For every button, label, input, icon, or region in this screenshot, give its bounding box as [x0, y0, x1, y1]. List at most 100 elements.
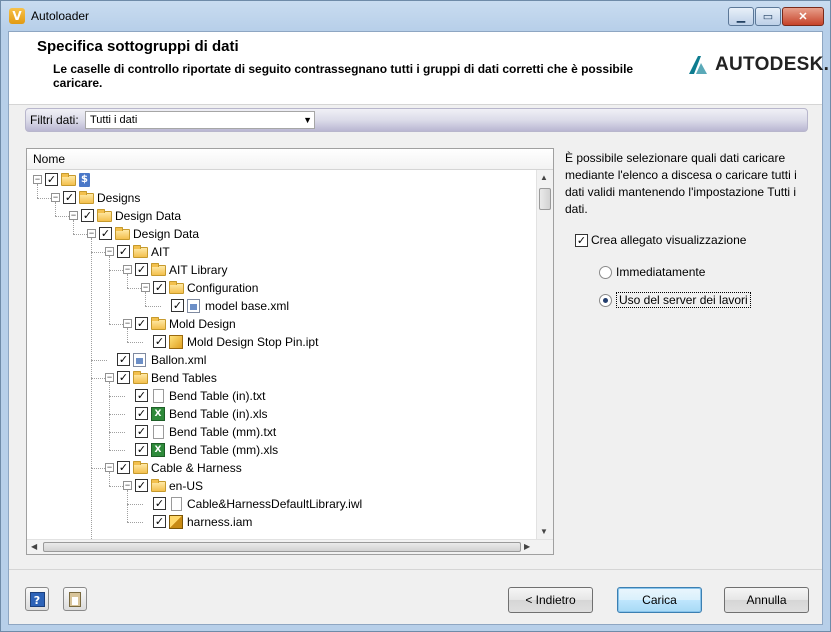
tree-item-label: Bend Tables	[151, 371, 217, 385]
tree-item-checkbox[interactable]: ✓	[117, 353, 130, 366]
file-icon	[151, 424, 167, 440]
help-button[interactable]: ?	[25, 587, 49, 611]
tree-item-label: Ballon.xml	[151, 353, 207, 367]
data-filter-dropdown[interactable]: Tutti i dati ▼	[85, 111, 315, 129]
tree-item[interactable]: − ✓ Design Data	[27, 207, 536, 225]
maximize-button[interactable]: ▭	[755, 7, 781, 26]
tree-horizontal-scrollbar[interactable]: ◀ ▶	[27, 539, 553, 554]
autodesk-logo-icon	[689, 56, 707, 74]
tree-vertical-scrollbar[interactable]: ▲ ▼	[536, 170, 553, 539]
tree-item-label: model base.xml	[205, 299, 290, 313]
radio-immediately[interactable]: Immediatamente	[599, 265, 705, 279]
dialog-body: Specifica sottogruppi di dati Le caselle…	[8, 31, 829, 625]
folder-icon	[151, 316, 167, 332]
collapse-icon[interactable]: −	[105, 373, 114, 382]
tree-item-checkbox[interactable]: ✓	[153, 281, 166, 294]
scroll-down-icon[interactable]: ▼	[540, 527, 548, 536]
tree-item[interactable]: ✓ X Bend Table (mm).xls	[27, 441, 536, 459]
tree-item-checkbox[interactable]: ✓	[135, 389, 148, 402]
back-button[interactable]: < Indietro	[508, 587, 593, 613]
tree-item-checkbox[interactable]: ✓	[135, 425, 148, 438]
chevron-down-icon: ▼	[303, 115, 312, 125]
folder-icon	[151, 478, 167, 494]
tree-item-label: Cable & Harness	[151, 461, 242, 475]
tree-item[interactable]: ✓ Cable&HarnessDefaultLibrary.iwl	[27, 495, 536, 513]
radio-immediately-label: Immediatamente	[616, 265, 706, 279]
tree-item-checkbox[interactable]: ✓	[135, 317, 148, 330]
autodesk-logo-text: AUTODESK.	[715, 54, 830, 75]
tree-item[interactable]: − ✓ Designs	[27, 189, 536, 207]
tree-item-label: AIT	[151, 245, 170, 259]
collapse-icon[interactable]: −	[33, 175, 42, 184]
tree-item[interactable]: − ✓ $	[27, 171, 536, 189]
page-title: Specifica sottogruppi di dati	[37, 38, 239, 55]
folder-icon	[115, 226, 131, 242]
tree-item-checkbox[interactable]: ✓	[117, 371, 130, 384]
tree-item[interactable]: − ✓ AIT Library	[27, 261, 536, 279]
tree-item-checkbox[interactable]: ✓	[63, 191, 76, 204]
tree-item-checkbox[interactable]: ✓	[135, 479, 148, 492]
tree-item[interactable]: − ✓ Mold Design	[27, 315, 536, 333]
file-icon	[169, 496, 185, 512]
window-title: Autoloader	[31, 9, 90, 23]
tree-item-checkbox[interactable]: ✓	[153, 335, 166, 348]
tree-item-checkbox[interactable]: ✓	[45, 173, 58, 186]
tree-item[interactable]: ✓ Bend Table (mm).txt	[27, 423, 536, 441]
tree-item[interactable]: − ✓ Cable & Harness	[27, 459, 536, 477]
tree-item-checkbox[interactable]: ✓	[135, 407, 148, 420]
radio-job-server[interactable]: Uso del server dei lavori	[599, 292, 751, 308]
tree-item-checkbox[interactable]: ✓	[153, 497, 166, 510]
collapse-icon[interactable]: −	[123, 265, 132, 274]
tree-item-checkbox[interactable]: ✓	[135, 263, 148, 276]
tree-item[interactable]: ✓ harness.iam	[27, 513, 536, 531]
collapse-icon[interactable]: −	[105, 463, 114, 472]
tree-item-label: AIT Library	[169, 263, 228, 277]
autoloader-window: V Autoloader ▁ ▭ ✕ Specifica sottogruppi…	[0, 0, 831, 632]
vertical-scroll-thumb[interactable]	[539, 188, 551, 210]
collapse-icon[interactable]: −	[141, 283, 150, 292]
tree-item[interactable]: ✓ Ballon.xml	[27, 351, 536, 369]
horizontal-scroll-thumb[interactable]	[43, 542, 521, 552]
clipboard-button[interactable]	[63, 587, 87, 611]
maximize-icon: ▭	[762, 11, 774, 23]
cancel-button[interactable]: Annulla	[724, 587, 809, 613]
collapse-icon[interactable]: −	[105, 247, 114, 256]
tree-item-checkbox[interactable]: ✓	[171, 299, 184, 312]
collapse-icon[interactable]: −	[123, 319, 132, 328]
scroll-left-icon[interactable]: ◀	[31, 542, 37, 551]
checkbox-icon[interactable]: ✓	[575, 233, 588, 247]
tree-item[interactable]: − ✓ Configuration	[27, 279, 536, 297]
minimize-button[interactable]: ▁	[728, 7, 754, 26]
radio-icon[interactable]	[599, 293, 612, 307]
radio-icon[interactable]	[599, 265, 612, 279]
tree-item-checkbox[interactable]: ✓	[153, 515, 166, 528]
close-button[interactable]: ✕	[782, 7, 824, 26]
folder-icon	[61, 172, 77, 188]
scroll-right-icon[interactable]: ▶	[524, 542, 530, 551]
tree-item[interactable]: − ✓ en-US	[27, 477, 536, 495]
tree-item-label: Mold Design	[169, 317, 236, 331]
tree-item[interactable]: ✓ model base.xml	[27, 297, 536, 315]
tree-item-checkbox[interactable]: ✓	[117, 461, 130, 474]
tree-item-checkbox[interactable]: ✓	[135, 443, 148, 456]
collapse-icon[interactable]: −	[51, 193, 60, 202]
title-bar[interactable]: V Autoloader ▁ ▭ ✕	[1, 1, 830, 31]
scroll-up-icon[interactable]: ▲	[540, 173, 548, 182]
folder-icon	[97, 208, 113, 224]
collapse-icon[interactable]: −	[69, 211, 78, 220]
collapse-icon[interactable]: −	[123, 481, 132, 490]
tree-item[interactable]: ✓ X Bend Table (in).xls	[27, 405, 536, 423]
create-attachment-checkbox[interactable]: ✓ Crea allegato visualizzazione	[575, 233, 746, 247]
load-button[interactable]: Carica	[617, 587, 702, 613]
tree-item-checkbox[interactable]: ✓	[99, 227, 112, 240]
collapse-icon[interactable]: −	[87, 229, 96, 238]
tree-item[interactable]: − ✓ Design Data	[27, 225, 536, 243]
tree-item[interactable]: ✓ Mold Design Stop Pin.ipt	[27, 333, 536, 351]
create-attachment-label: Crea allegato visualizzazione	[591, 233, 747, 247]
tree-item[interactable]: ✓ Bend Table (in).txt	[27, 387, 536, 405]
tree-item-checkbox[interactable]: ✓	[117, 245, 130, 258]
tree-item[interactable]: − ✓ AIT	[27, 243, 536, 261]
tree-item-checkbox[interactable]: ✓	[81, 209, 94, 222]
tree-item[interactable]: − ✓ Bend Tables	[27, 369, 536, 387]
tree-column-header[interactable]: Nome	[27, 149, 553, 170]
